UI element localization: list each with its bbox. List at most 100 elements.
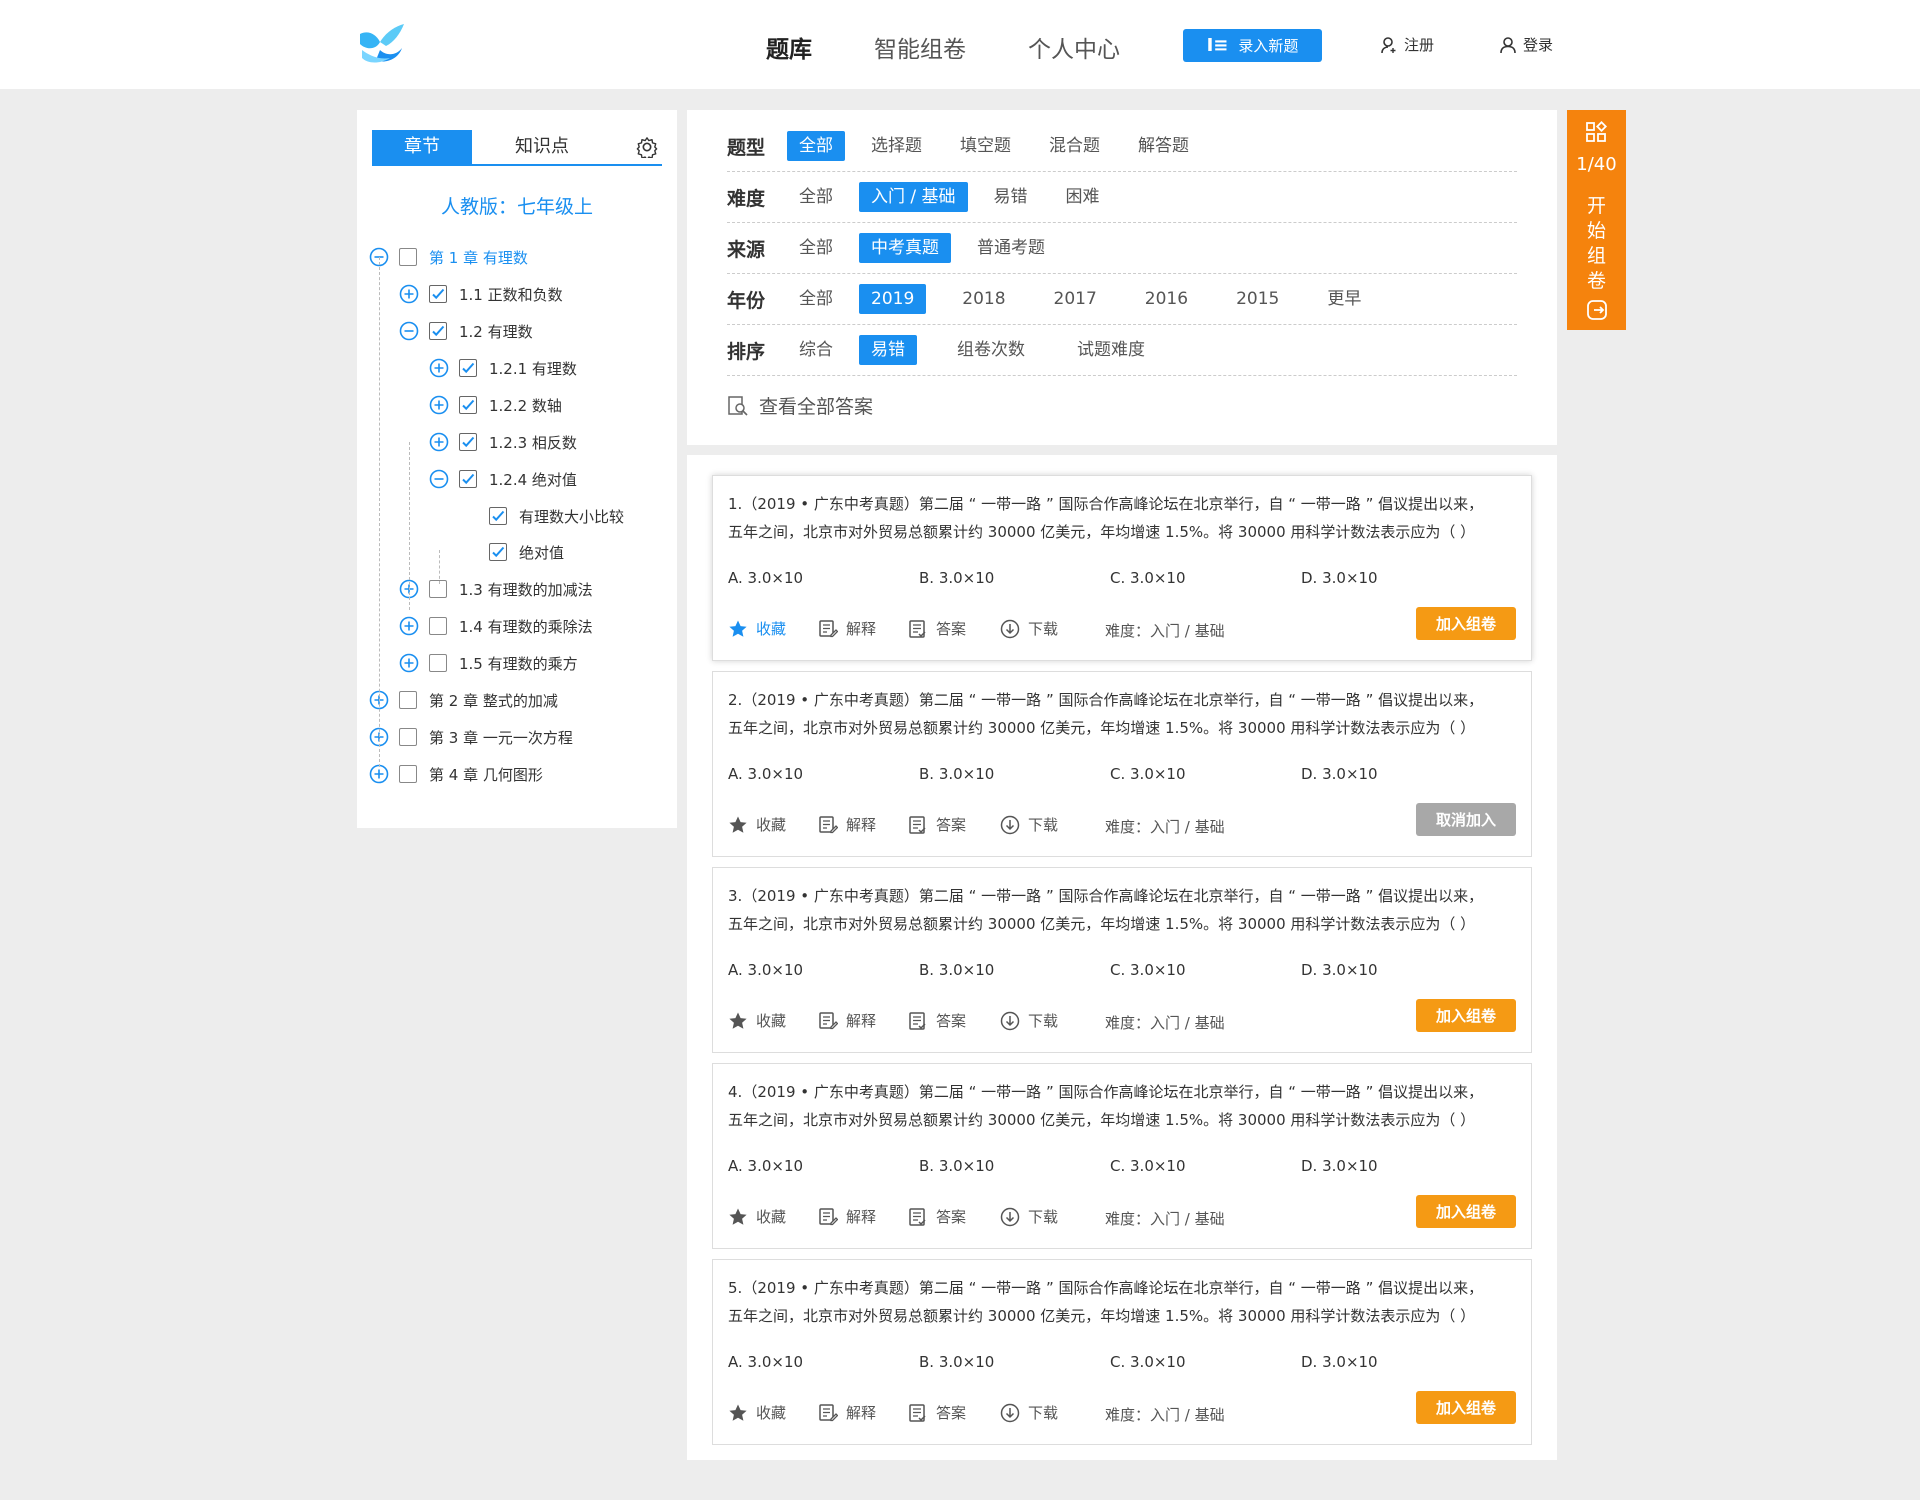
tree-item[interactable]: 1.3 有理数的加减法 (399, 577, 593, 601)
filter-option[interactable]: 2016 (1133, 284, 1200, 314)
cancel-add-button[interactable]: 取消加入 (1416, 803, 1516, 836)
checkbox[interactable] (429, 617, 447, 635)
checkbox[interactable] (399, 765, 417, 783)
checkbox[interactable] (399, 248, 417, 266)
download-button[interactable]: 下载 (1000, 1010, 1058, 1031)
add-to-paper-button[interactable]: 加入组卷 (1416, 999, 1516, 1032)
tree-item-label: 1.3 有理数的加减法 (459, 580, 593, 599)
tab-chapter[interactable]: 章节 (372, 130, 472, 164)
filter-option[interactable]: 更早 (1315, 284, 1373, 314)
logo-bird-icon[interactable] (356, 20, 406, 70)
add-to-paper-button[interactable]: 加入组卷 (1416, 1195, 1516, 1228)
nav-question-bank[interactable]: 题库 (766, 30, 812, 64)
expand-plus-icon[interactable] (429, 358, 449, 378)
collapse-minus-icon[interactable] (429, 469, 449, 489)
expand-plus-icon[interactable] (429, 395, 449, 415)
filter-option[interactable]: 解答题 (1126, 131, 1201, 161)
expand-plus-icon[interactable] (429, 432, 449, 452)
favorite-button[interactable]: 收藏 (728, 1206, 786, 1227)
download-button[interactable]: 下载 (1000, 1402, 1058, 1423)
filter-option[interactable]: 试题难度 (1065, 335, 1157, 365)
tree-item[interactable]: 1.2.2 数轴 (429, 393, 562, 417)
filter-option[interactable]: 填空题 (948, 131, 1023, 161)
filter-option[interactable]: 混合题 (1037, 131, 1112, 161)
view-all-answers-link[interactable]: 查看全部答案 (727, 392, 873, 419)
filter-option[interactable]: 全部 (787, 131, 845, 161)
favorite-button[interactable]: 收藏 (728, 1010, 786, 1031)
checkbox-checked[interactable] (459, 396, 477, 414)
favorite-button[interactable]: 收藏 (728, 1402, 786, 1423)
checkbox[interactable] (399, 728, 417, 746)
add-to-paper-button[interactable]: 加入组卷 (1416, 607, 1516, 640)
explain-button[interactable]: 解释 (818, 814, 876, 835)
filter-option[interactable]: 全部 (787, 284, 845, 314)
checkbox[interactable] (399, 691, 417, 709)
new-question-button[interactable]: I≡ 录入新题 (1183, 29, 1322, 62)
tab-knowledge-point[interactable]: 知识点 (492, 130, 592, 164)
checkbox-checked[interactable] (429, 322, 447, 340)
tree-item[interactable]: 1.2.1 有理数 (429, 356, 577, 380)
favorite-button[interactable]: 收藏 (728, 814, 786, 835)
filter-option[interactable]: 易错 (859, 335, 917, 365)
explain-button[interactable]: 解释 (818, 1402, 876, 1423)
filter-option[interactable]: 2019 (859, 284, 927, 314)
tree-item[interactable]: 1.1 正数和负数 (399, 282, 563, 306)
expand-plus-icon[interactable] (369, 764, 389, 784)
explain-button[interactable]: 解释 (818, 618, 876, 639)
filter-option[interactable]: 综合 (787, 335, 845, 365)
start-paper-float-button[interactable]: 1/40 开始组卷 (1567, 110, 1626, 330)
filter-option[interactable]: 普通考题 (965, 233, 1057, 263)
checkbox[interactable] (429, 654, 447, 672)
nav-smart-paper[interactable]: 智能组卷 (874, 30, 966, 64)
answer-button[interactable]: 答案 (908, 1206, 966, 1227)
expand-plus-icon[interactable] (399, 653, 419, 673)
checkbox[interactable] (429, 580, 447, 598)
download-button[interactable]: 下载 (1000, 814, 1058, 835)
checkbox-checked[interactable] (429, 285, 447, 303)
register-link[interactable]: 注册 (1380, 34, 1434, 55)
tree-item[interactable]: 第 1 章 有理数 (369, 245, 528, 269)
filter-option[interactable]: 入门 / 基础 (859, 182, 968, 212)
expand-plus-icon[interactable] (399, 616, 419, 636)
filter-option[interactable]: 选择题 (859, 131, 934, 161)
answer-button[interactable]: 答案 (908, 1010, 966, 1031)
nav-personal-center[interactable]: 个人中心 (1028, 30, 1120, 64)
expand-plus-icon[interactable] (399, 284, 419, 304)
tree-item[interactable]: 绝对值 (459, 540, 564, 564)
explain-button[interactable]: 解释 (818, 1010, 876, 1031)
download-button[interactable]: 下载 (1000, 1206, 1058, 1227)
tree-item[interactable]: 1.2.3 相反数 (429, 430, 577, 454)
tree-item[interactable]: 第 3 章 一元一次方程 (369, 725, 573, 749)
filter-option[interactable]: 全部 (787, 233, 845, 263)
download-button[interactable]: 下载 (1000, 618, 1058, 639)
tree-item[interactable]: 1.2 有理数 (399, 319, 533, 343)
gear-icon[interactable] (636, 136, 658, 158)
tree-item[interactable]: 1.5 有理数的乘方 (399, 651, 578, 675)
tree-item[interactable]: 第 2 章 整式的加减 (369, 688, 558, 712)
tree-item[interactable]: 第 4 章 几何图形 (369, 762, 543, 786)
favorite-button[interactable]: 收藏 (728, 618, 786, 639)
filter-option[interactable]: 中考真题 (859, 233, 951, 263)
tree-item[interactable]: 1.2.4 绝对值 (429, 467, 577, 491)
checkbox-checked[interactable] (489, 543, 507, 561)
filter-option[interactable]: 组卷次数 (945, 335, 1037, 365)
collapse-minus-icon[interactable] (399, 321, 419, 341)
tree-item[interactable]: 有理数大小比较 (459, 504, 624, 528)
filter-option[interactable]: 困难 (1054, 182, 1112, 212)
filter-option[interactable]: 全部 (787, 182, 845, 212)
checkbox-checked[interactable] (459, 359, 477, 377)
tree-item[interactable]: 1.4 有理数的乘除法 (399, 614, 593, 638)
checkbox-checked[interactable] (459, 433, 477, 451)
filter-option[interactable]: 2015 (1224, 284, 1291, 314)
add-to-paper-button[interactable]: 加入组卷 (1416, 1391, 1516, 1424)
explain-button[interactable]: 解释 (818, 1206, 876, 1227)
checkbox-checked[interactable] (489, 507, 507, 525)
answer-button[interactable]: 答案 (908, 618, 966, 639)
login-link[interactable]: 登录 (1499, 34, 1553, 55)
checkbox-checked[interactable] (459, 470, 477, 488)
filter-option[interactable]: 易错 (982, 182, 1040, 212)
filter-option[interactable]: 2017 (1042, 284, 1109, 314)
answer-button[interactable]: 答案 (908, 814, 966, 835)
filter-option[interactable]: 2018 (950, 284, 1017, 314)
answer-button[interactable]: 答案 (908, 1402, 966, 1423)
